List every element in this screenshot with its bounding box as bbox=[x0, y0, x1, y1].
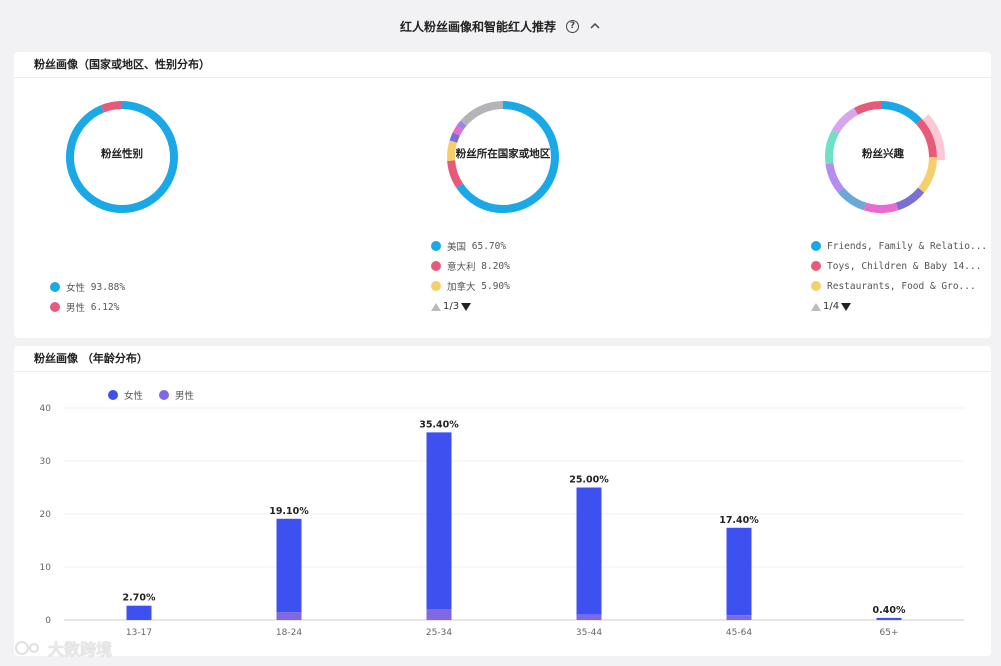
legend-item[interactable]: 加拿大 5.90% bbox=[431, 276, 510, 296]
pager-text: 1/4 bbox=[823, 301, 840, 312]
legend-name: Restaurants, Food & Gro... bbox=[827, 280, 976, 292]
next-page-icon[interactable] bbox=[841, 302, 852, 311]
section-header: 红人粉丝画像和智能红人推荐 ? bbox=[0, 0, 1001, 52]
bar-female[interactable] bbox=[726, 527, 752, 616]
legend-item[interactable]: Toys, Children & Baby 14... bbox=[811, 256, 987, 276]
donut-slice[interactable] bbox=[831, 107, 859, 135]
donut-slice[interactable] bbox=[447, 160, 464, 188]
y-tick-label: 40 bbox=[40, 404, 52, 414]
x-tick-label: 18-24 bbox=[276, 628, 302, 638]
legend-value: 65.70% bbox=[471, 240, 507, 252]
watermark-text: 大数跨境 bbox=[48, 640, 113, 659]
help-icon[interactable]: ? bbox=[566, 19, 579, 33]
legend-name: 加拿大 bbox=[447, 282, 476, 293]
data-label: 25.00% bbox=[569, 475, 609, 486]
bar-male[interactable] bbox=[426, 609, 452, 620]
legend-dot bbox=[431, 241, 441, 251]
country-donut-label: 粉丝所在国家或地区 bbox=[455, 148, 551, 160]
bar-female[interactable] bbox=[276, 518, 302, 613]
gender-donut-label: 粉丝性别 bbox=[101, 148, 143, 160]
legend-name: Friends, Family & Relatio... bbox=[827, 240, 988, 252]
donut-slice[interactable] bbox=[825, 162, 845, 193]
donut-slice[interactable] bbox=[452, 125, 464, 136]
bar-male[interactable] bbox=[276, 612, 302, 620]
prev-page-icon[interactable] bbox=[431, 302, 441, 311]
profile-card: 粉丝画像（国家或地区、性别分布） 粉丝性别 女性 93.88% 男性 6.12%… bbox=[14, 52, 991, 338]
watermark-logo-icon bbox=[15, 641, 39, 655]
legend-dot bbox=[811, 281, 821, 291]
data-label: 17.40% bbox=[719, 515, 759, 526]
legend-item[interactable]: 美国 65.70% bbox=[431, 236, 510, 256]
donut-slice[interactable] bbox=[100, 101, 123, 113]
donut-slice[interactable] bbox=[895, 187, 925, 211]
x-tick-label: 25-34 bbox=[426, 628, 452, 638]
bar-male[interactable] bbox=[726, 615, 752, 620]
bar-female[interactable] bbox=[426, 432, 452, 610]
prev-page-icon[interactable] bbox=[811, 302, 821, 311]
legend-item[interactable]: Restaurants, Food & Gro... bbox=[811, 276, 987, 296]
data-label: 2.70% bbox=[123, 593, 156, 604]
y-tick-label: 30 bbox=[40, 457, 52, 467]
legend-item[interactable]: 男性 6.12% bbox=[50, 297, 125, 317]
x-tick-label: 13-17 bbox=[126, 628, 152, 638]
legend-name: 意大利 bbox=[447, 262, 476, 273]
legend-dot bbox=[50, 302, 60, 312]
x-tick-label: 45-64 bbox=[726, 628, 752, 638]
y-tick-label: 20 bbox=[40, 510, 52, 520]
interest-donut-label: 粉丝兴趣 bbox=[862, 148, 904, 160]
legend-item[interactable]: 意大利 8.20% bbox=[431, 256, 510, 276]
legend-value: 8.20% bbox=[481, 260, 510, 272]
age-card: 粉丝画像 （年龄分布） 女性 男性 0 10 20 30 40 2.70% 13-17 19.… bbox=[14, 346, 991, 656]
watermark: 大数跨境 bbox=[14, 636, 112, 660]
profile-card-title: 粉丝画像（国家或地区、性别分布） bbox=[14, 52, 991, 78]
legend-value: 93.88% bbox=[90, 281, 126, 293]
data-label: 19.10% bbox=[269, 506, 309, 517]
legend-name: 女性 bbox=[66, 283, 86, 294]
country-pager: 1/3 bbox=[431, 301, 472, 312]
bar-female[interactable] bbox=[126, 605, 152, 620]
x-tick-label: 35-44 bbox=[576, 628, 602, 638]
legend-value: 6.12% bbox=[90, 301, 120, 313]
legend-name: 美国 bbox=[447, 242, 467, 253]
donut-slice[interactable] bbox=[460, 101, 504, 126]
chevron-up-icon[interactable] bbox=[589, 20, 601, 32]
legend-dot bbox=[811, 261, 821, 271]
section-title: 红人粉丝画像和智能红人推荐 bbox=[399, 19, 556, 34]
donut-slice[interactable] bbox=[449, 132, 460, 143]
interest-pager: 1/4 bbox=[811, 301, 852, 312]
donut-slice[interactable] bbox=[917, 156, 937, 193]
next-page-icon[interactable] bbox=[461, 302, 472, 311]
legend-value: 5.90% bbox=[481, 280, 510, 292]
interest-legend: Friends, Family & Relatio... Toys, Child… bbox=[811, 236, 987, 296]
donut-slice[interactable] bbox=[854, 101, 882, 116]
legend-dot bbox=[50, 282, 60, 292]
legend-item[interactable]: 女性 93.88% bbox=[50, 277, 125, 297]
age-bar-chart: 0 10 20 30 40 2.70% 13-17 19.10% 18-24 35.40% 25-3… bbox=[40, 404, 964, 638]
legend-name: 男性 bbox=[66, 303, 86, 314]
data-label: 0.40% bbox=[873, 605, 906, 616]
legend-item[interactable]: Friends, Family & Relatio... bbox=[811, 236, 987, 256]
donut-slice[interactable] bbox=[837, 187, 867, 211]
legend-dot bbox=[431, 261, 441, 271]
x-tick-label: 65+ bbox=[880, 628, 899, 638]
legend-dot bbox=[431, 281, 441, 291]
donut-slice[interactable] bbox=[456, 120, 467, 131]
bar-female[interactable] bbox=[576, 487, 602, 615]
donut-slice[interactable] bbox=[880, 101, 922, 125]
legend-name: Toys, Children & Baby 14... bbox=[827, 260, 982, 272]
pager-text: 1/3 bbox=[443, 301, 460, 312]
bar-male[interactable] bbox=[576, 614, 602, 620]
country-legend: 美国 65.70% 意大利 8.20% 加拿大 5.90% bbox=[431, 236, 510, 296]
donut-slice[interactable] bbox=[863, 202, 899, 213]
y-tick-label: 10 bbox=[40, 563, 52, 573]
y-tick-label: 0 bbox=[45, 616, 51, 626]
bar-female[interactable] bbox=[876, 617, 902, 620]
legend-dot bbox=[811, 241, 821, 251]
data-label: 35.40% bbox=[419, 419, 459, 430]
gender-legend: 女性 93.88% 男性 6.12% bbox=[50, 277, 125, 317]
